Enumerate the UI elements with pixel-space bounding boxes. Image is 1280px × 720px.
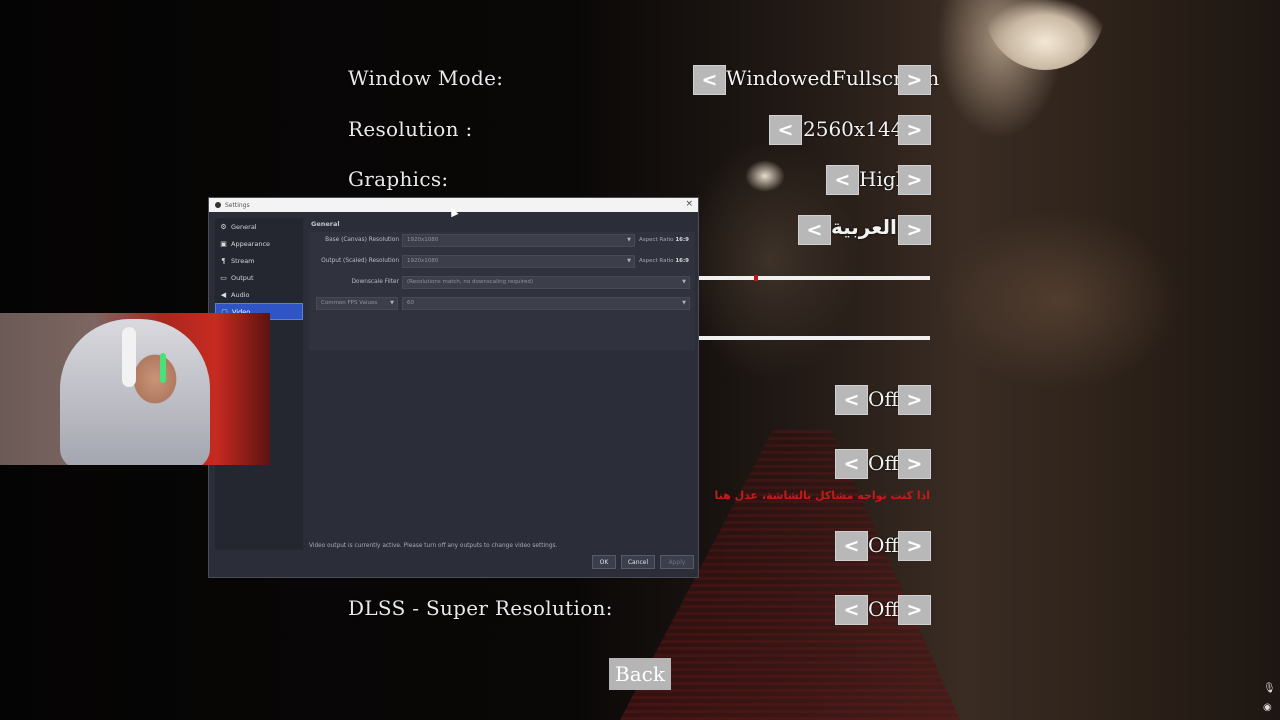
brightness-slider-handle[interactable]: [754, 275, 759, 281]
sidebar-item-general[interactable]: ⚙ General: [215, 218, 303, 235]
fps-value-select[interactable]: 60 ▼: [402, 297, 690, 310]
window-mode-next-button[interactable]: >: [898, 65, 931, 95]
antenna-icon: ¶: [221, 256, 226, 265]
display-warning-text: اذا كنت تواجه مشاكل بالشاشة، عدل هنا: [714, 489, 930, 502]
target-icon[interactable]: ◉: [1263, 702, 1272, 713]
base-resolution-select[interactable]: 1920x1080 ▼: [402, 234, 635, 247]
section-title: General: [311, 220, 340, 228]
dlss-label: DLSS - Super Resolution:: [348, 596, 613, 620]
cancel-button[interactable]: Cancel: [621, 555, 655, 569]
dlss-value: Off: [868, 597, 899, 621]
chevron-down-icon: ▼: [627, 258, 631, 264]
resolution-label: Resolution :: [348, 117, 473, 141]
ok-button[interactable]: OK: [592, 555, 616, 569]
aspect-value: 16:9: [675, 258, 689, 264]
sidebar-item-stream[interactable]: ¶ Stream: [215, 252, 303, 269]
toggle2-next-button[interactable]: >: [898, 449, 931, 479]
gear-icon: ⚙: [220, 222, 227, 231]
palette-icon: ▣: [220, 239, 227, 248]
close-icon[interactable]: ×: [685, 199, 693, 209]
sidebar-item-output[interactable]: ▭ Output: [215, 269, 303, 286]
webcam-overlay: [0, 313, 270, 465]
apply-button[interactable]: Apply: [660, 555, 694, 569]
output-resolution-select[interactable]: 1920x1080 ▼: [402, 255, 635, 268]
toggle1-value: Off: [868, 387, 899, 411]
toggle3-value: Off: [868, 533, 899, 557]
dlss-prev-button[interactable]: <: [835, 595, 868, 625]
sidebar-item-appearance[interactable]: ▣ Appearance: [215, 235, 303, 252]
dlss-next-button[interactable]: >: [898, 595, 931, 625]
graphics-prev-button[interactable]: <: [826, 165, 859, 195]
obs-settings-window: Settings × ⚙ General ▣ Appearance ¶ Stre…: [208, 197, 699, 578]
language-prev-button[interactable]: <: [798, 215, 831, 245]
downscale-filter-value: (Resolutions match, no downscaling requi…: [407, 279, 534, 285]
toggle3-prev-button[interactable]: <: [835, 531, 868, 561]
language-next-button[interactable]: >: [898, 215, 931, 245]
chevron-down-icon: ▼: [682, 279, 686, 285]
sidebar-item-label: Stream: [231, 256, 255, 265]
volume-slider[interactable]: [699, 336, 930, 340]
output-resolution-label: Output (Scaled) Resolution: [321, 258, 399, 264]
language-value: العربية: [831, 215, 897, 239]
output-resolution-value: 1920x1080: [407, 258, 439, 264]
window-mode-label: Window Mode:: [348, 66, 504, 90]
base-resolution-row: Base (Canvas) Resolution 1920x1080 ▼ Asp…: [309, 234, 695, 247]
sidebar-item-label: Audio: [231, 290, 250, 299]
aspect-value: 16:9: [675, 237, 689, 243]
microphone-icon[interactable]: 🎙: [1263, 683, 1276, 694]
video-settings-panel: General Base (Canvas) Resolution 1920x10…: [309, 218, 695, 550]
chevron-down-icon: ▼: [390, 300, 394, 306]
window-title: Settings: [225, 201, 250, 209]
sidebar-item-audio[interactable]: ◀ Audio: [215, 286, 303, 303]
fps-type-select[interactable]: Common FPS Values ▼: [316, 297, 398, 310]
headset: [122, 327, 136, 387]
graphics-label: Graphics:: [348, 167, 449, 191]
base-resolution-label: Base (Canvas) Resolution: [325, 237, 399, 243]
output-resolution-row: Output (Scaled) Resolution 1920x1080 ▼ A…: [309, 255, 695, 268]
resolution-next-button[interactable]: >: [898, 115, 931, 145]
speaker-icon: ◀: [220, 290, 227, 299]
toggle1-next-button[interactable]: >: [898, 385, 931, 415]
video-form: Base (Canvas) Resolution 1920x1080 ▼ Asp…: [309, 232, 695, 350]
toggle1-prev-button[interactable]: <: [835, 385, 868, 415]
resolution-prev-button[interactable]: <: [769, 115, 802, 145]
distant-lamp: [745, 160, 785, 192]
fps-value: 60: [407, 300, 414, 306]
back-button[interactable]: Back: [609, 658, 671, 690]
chevron-down-icon: ▼: [682, 300, 686, 306]
headset-led: [160, 353, 166, 383]
sidebar-item-label: Output: [231, 273, 254, 282]
downscale-filter-row: Downscale Filter (Resolutions match, no …: [309, 276, 695, 289]
aspect-label: Aspect Ratio: [639, 258, 674, 264]
downscale-filter-label: Downscale Filter: [351, 279, 399, 285]
base-resolution-value: 1920x1080: [407, 237, 439, 243]
aspect-label: Aspect Ratio: [639, 237, 674, 243]
monitor-icon: ▭: [220, 273, 227, 282]
toggle3-next-button[interactable]: >: [898, 531, 931, 561]
fps-type-value: Common FPS Values: [321, 300, 378, 306]
downscale-filter-select[interactable]: (Resolutions match, no downscaling requi…: [402, 276, 690, 289]
sidebar-item-label: General: [231, 222, 257, 231]
output-aspect-ratio: Aspect Ratio 16:9: [639, 258, 689, 264]
obs-logo-icon: [215, 202, 221, 208]
toggle2-value: Off: [868, 451, 899, 475]
graphics-next-button[interactable]: >: [898, 165, 931, 195]
fps-row: Common FPS Values ▼ 60 ▼: [309, 297, 695, 310]
chevron-down-icon: ▼: [627, 237, 631, 243]
window-mode-prev-button[interactable]: <: [693, 65, 726, 95]
brightness-slider[interactable]: [699, 276, 930, 280]
toggle2-prev-button[interactable]: <: [835, 449, 868, 479]
status-message: Video output is currently active. Please…: [309, 543, 558, 549]
base-aspect-ratio: Aspect Ratio 16:9: [639, 237, 689, 243]
sidebar-item-label: Appearance: [231, 239, 271, 248]
